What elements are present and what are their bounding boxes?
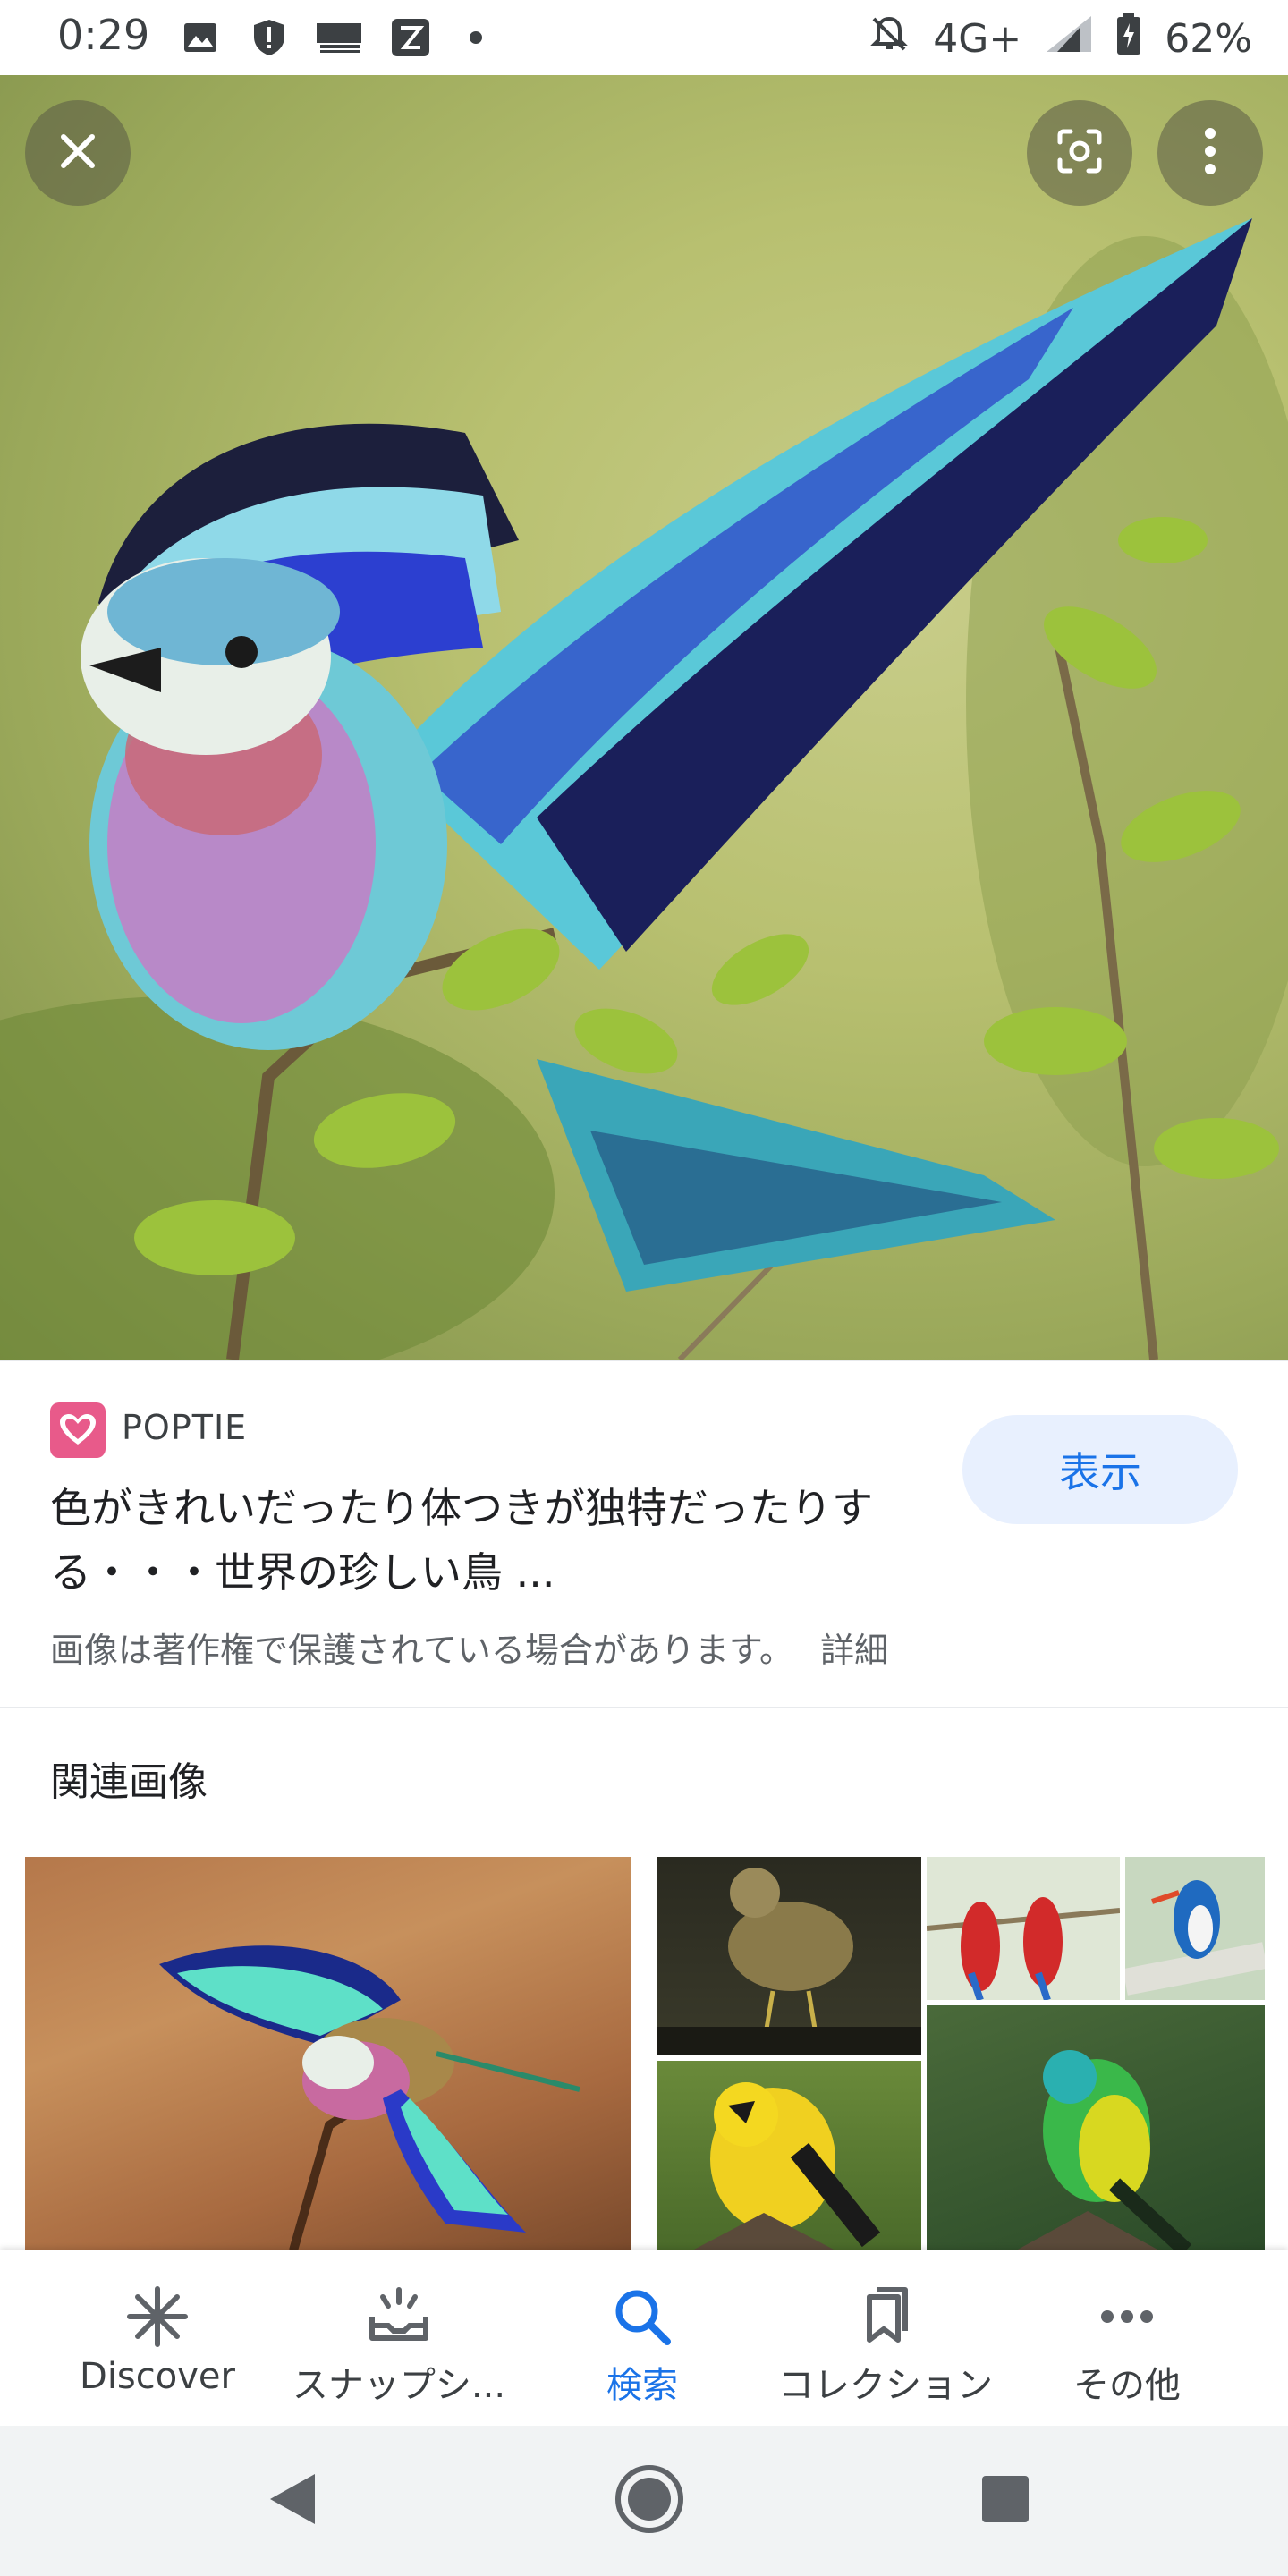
more-options-button[interactable] (1157, 100, 1263, 206)
recents-icon (980, 2474, 1030, 2528)
back-button[interactable] (256, 2465, 327, 2537)
main-image[interactable] (0, 75, 1288, 1360)
nav-collections-label: コレクション (778, 2365, 993, 2406)
nav-search-label: 検索 (606, 2365, 678, 2406)
asterisk-icon (122, 2281, 193, 2352)
image-notification-icon (182, 20, 218, 55)
result-title[interactable]: 色がきれいだったり体つきが独特だったりする・・・世界の珍しい鳥 ... (50, 1476, 927, 1605)
home-icon (614, 2463, 685, 2538)
more-notifications-dot (469, 20, 483, 55)
source-name[interactable]: POPTIE (122, 1408, 247, 1447)
nav-discover-label: Discover (80, 2356, 235, 2397)
nav-search[interactable]: 検索 (513, 2250, 771, 2426)
status-time: 0:29 (57, 11, 150, 59)
collage-tile-tanager (927, 2005, 1265, 2250)
alert-shield-icon (249, 20, 290, 55)
battery-percent: 62% (1165, 16, 1252, 62)
snapshot-icon (363, 2281, 435, 2352)
nav-discover[interactable]: Discover (29, 2250, 286, 2426)
roller-bird-illustration (159, 1945, 580, 2250)
collage-tile-heron (657, 1857, 921, 2055)
close-button[interactable] (25, 100, 131, 206)
battery-icon (1116, 13, 1141, 65)
related-images-heading: 関連画像 (50, 1759, 208, 1805)
signal-icon (1045, 14, 1093, 64)
mute-notifications-icon (869, 13, 910, 64)
lens-button[interactable] (1027, 100, 1132, 206)
post-office-icon (315, 20, 365, 55)
details-link[interactable]: 詳細 (820, 1631, 888, 1670)
network-type: 4G+ (933, 16, 1022, 62)
more-horiz-icon (1091, 2281, 1163, 2352)
collage-tile-macaws (927, 1857, 1120, 2000)
collections-icon (850, 2281, 921, 2352)
nav-snapshot-label: スナップシ... (292, 2365, 506, 2406)
related-image-2[interactable] (657, 1857, 1265, 2250)
collage-tile-goldfinch (657, 2061, 921, 2250)
source-favicon (50, 1402, 106, 1458)
copyright-notice: 画像は著作権で保護されている場合があります。 詳細 (50, 1623, 888, 1672)
nav-more[interactable]: その他 (998, 2250, 1256, 2426)
close-icon (56, 130, 99, 176)
back-icon (265, 2470, 318, 2531)
status-bar: 0:29 4G+ 62% (0, 0, 1288, 75)
nav-snapshot[interactable]: スナップシ... (270, 2250, 528, 2426)
nav-more-label: その他 (1073, 2365, 1181, 2406)
more-vert-icon (1201, 126, 1219, 180)
image-info-panel: POPTIE 色がきれいだったり体つきが独特だったりする・・・世界の珍しい鳥 .… (0, 1360, 1288, 1708)
ime-icon (390, 19, 431, 56)
recents-button[interactable] (970, 2465, 1041, 2537)
view-button[interactable]: 表示 (962, 1415, 1238, 1524)
related-image-1[interactable] (25, 1857, 631, 2250)
system-navigation-bar (0, 2426, 1288, 2576)
search-icon (606, 2281, 678, 2352)
home-button[interactable] (614, 2465, 685, 2537)
collage-tile-kingfisher (1125, 1857, 1265, 2000)
bird-illustration (0, 218, 1288, 1360)
bottom-navigation: Discover スナップシ... 検索 コレクション その他 (0, 2250, 1288, 2426)
lens-icon (1053, 124, 1106, 182)
nav-collections[interactable]: コレクション (757, 2250, 1014, 2426)
copyright-text: 画像は著作権で保護されている場合があります。 (50, 1631, 794, 1670)
